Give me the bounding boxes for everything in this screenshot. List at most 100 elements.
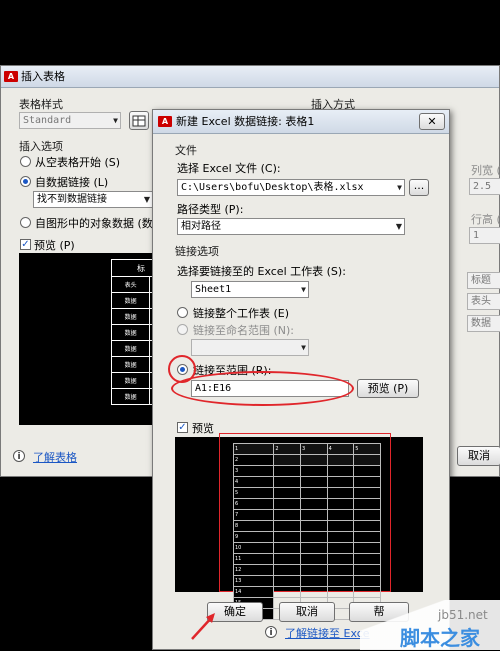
chevron-down-icon: ▼ (395, 222, 402, 231)
preview-cell (326, 553, 355, 565)
preview-cell (300, 531, 328, 543)
chevron-down-icon: ▼ (301, 285, 306, 294)
excel-link-titlebar: A 新建 Excel 数据链接: 表格1 ✕ (153, 110, 449, 134)
preview-cell (300, 575, 328, 587)
preview-cell (326, 531, 355, 543)
preview-header-cell: 4 (326, 443, 355, 455)
info-icon: i (13, 450, 25, 462)
preview-cell (300, 542, 328, 554)
from-object-data-radio[interactable] (20, 217, 31, 228)
preview-cell (300, 476, 328, 488)
sheet-dropdown[interactable]: Sheet1 ▼ (191, 281, 309, 298)
bg-preview-cell: 数据 (110, 356, 151, 373)
bg-preview-checkbox[interactable]: ✓ (20, 239, 31, 250)
learn-link-excel[interactable]: 了解链接至 Exce (285, 625, 370, 641)
preview-cell (300, 553, 328, 565)
preview-cell (326, 575, 355, 587)
title-cell-style-dropdown[interactable]: 标题 (467, 272, 500, 289)
bg-preview-cell: 数据 (110, 292, 151, 309)
preview-cell (326, 476, 355, 488)
preview-cell (273, 476, 302, 488)
data-link-value: 找不到数据链接 (37, 194, 107, 205)
table-style-icon (132, 115, 146, 127)
preview-cell (353, 586, 381, 598)
preview-header-cell: 3 (300, 443, 328, 455)
watermark-site: 脚本之家 (400, 626, 480, 650)
chevron-down-icon: ▼ (301, 343, 306, 352)
bg-cancel-button[interactable]: 取消 (457, 446, 500, 466)
close-button[interactable]: ✕ (419, 113, 445, 130)
learn-tables-link[interactable]: 了解表格 (33, 449, 77, 465)
chevron-down-icon: ▼ (397, 183, 402, 192)
preview-cell: 9 (232, 531, 275, 543)
sheet-select-label: 选择要链接至的 Excel 工作表 (S): (177, 265, 346, 278)
preview-cell (326, 564, 355, 576)
watermark-url: jb51.net (438, 608, 488, 622)
preview-cell: 11 (232, 553, 275, 565)
table-style-launch-button[interactable] (129, 111, 149, 130)
preview-label: 预览 (192, 422, 214, 435)
column-width-field[interactable]: 2.5 (469, 178, 500, 195)
preview-checkbox[interactable]: ✓ (177, 422, 188, 433)
preview-row: 2 (232, 454, 381, 466)
link-whole-sheet-label: 链接整个工作表 (E) (193, 307, 290, 320)
preview-cell (326, 542, 355, 554)
preview-row: 3 (232, 465, 381, 477)
cancel-button[interactable]: 取消 (279, 602, 335, 622)
from-data-link-label: 自数据链接 (L) (35, 176, 109, 189)
header-cell-style-dropdown[interactable]: 表头 (467, 293, 500, 310)
link-whole-sheet-radio[interactable] (177, 307, 188, 318)
autocad-logo-icon: A (4, 71, 18, 82)
excel-file-dropdown[interactable]: C:\Users\bofu\Desktop\表格.xlsx ▼ (177, 179, 405, 196)
preview-cell (353, 564, 381, 576)
table-style-dropdown[interactable]: Standard ▼ (19, 112, 121, 129)
link-named-range-label: 链接至命名范围 (N): (193, 324, 295, 337)
preview-cell: 5 (232, 487, 275, 499)
link-named-range-radio[interactable] (177, 324, 188, 335)
preview-header-cell: 1 (232, 443, 275, 455)
file-group-title: 文件 (175, 144, 197, 157)
preview-cell (353, 542, 381, 554)
preview-cell: 14 (232, 586, 275, 598)
preview-cell (353, 575, 381, 587)
preview-header-cell: 5 (353, 443, 381, 455)
preview-cell (353, 476, 381, 488)
from-object-data-label: 自图形中的对象数据 (数 (35, 217, 153, 230)
preview-row: 4 (232, 476, 381, 488)
table-style-label: 表格样式 (19, 98, 63, 111)
bg-preview-cell: 表头 (110, 276, 151, 293)
from-data-link-radio[interactable] (20, 176, 31, 187)
preview-row: 5 (232, 487, 381, 499)
new-excel-link-dialog: A 新建 Excel 数据链接: 表格1 ✕ 文件 选择 Excel 文件 (C… (152, 109, 450, 650)
preview-cell: 10 (232, 542, 275, 554)
preview-cell (326, 498, 355, 510)
preview-cell (326, 520, 355, 532)
preview-header-cell: 2 (273, 443, 302, 455)
browse-button[interactable]: ... (409, 179, 429, 196)
preview-cell (326, 465, 355, 477)
link-options-group-title: 链接选项 (175, 245, 219, 258)
preview-cell (300, 586, 328, 598)
path-type-dropdown[interactable]: 相对路径 ▼ (177, 218, 405, 235)
excel-preview-area: 12345 2345678910111213141516 (175, 433, 423, 620)
row-height-field[interactable]: 1 (469, 227, 500, 244)
insert-table-titlebar: A 插入表格 (1, 66, 499, 88)
preview-row: 14 (232, 586, 381, 598)
named-range-dropdown[interactable]: ▼ (191, 339, 309, 356)
preview-row: 13 (232, 575, 381, 587)
preview-cell (326, 509, 355, 521)
preview-cell (273, 575, 302, 587)
preview-range-button[interactable]: 预览 (P) (357, 379, 419, 398)
data-cell-style-dropdown[interactable]: 数据 (467, 315, 500, 332)
preview-row: 8 (232, 520, 381, 532)
sheet-value: Sheet1 (195, 284, 232, 295)
preview-cell (353, 465, 381, 477)
column-width-label: 列宽 ( (471, 164, 500, 177)
data-link-dropdown[interactable]: 找不到数据链接 ▼ (33, 191, 153, 208)
bg-preview-area: 标 表头表 数据数 数据数 数据数 数据数 数据数 数据数 数据数 (19, 253, 171, 425)
preview-cell: 3 (232, 465, 275, 477)
start-empty-radio[interactable] (20, 156, 31, 167)
insert-table-title: 插入表格 (21, 70, 65, 83)
preview-row: 11 (232, 553, 381, 565)
preview-cell (326, 586, 355, 598)
